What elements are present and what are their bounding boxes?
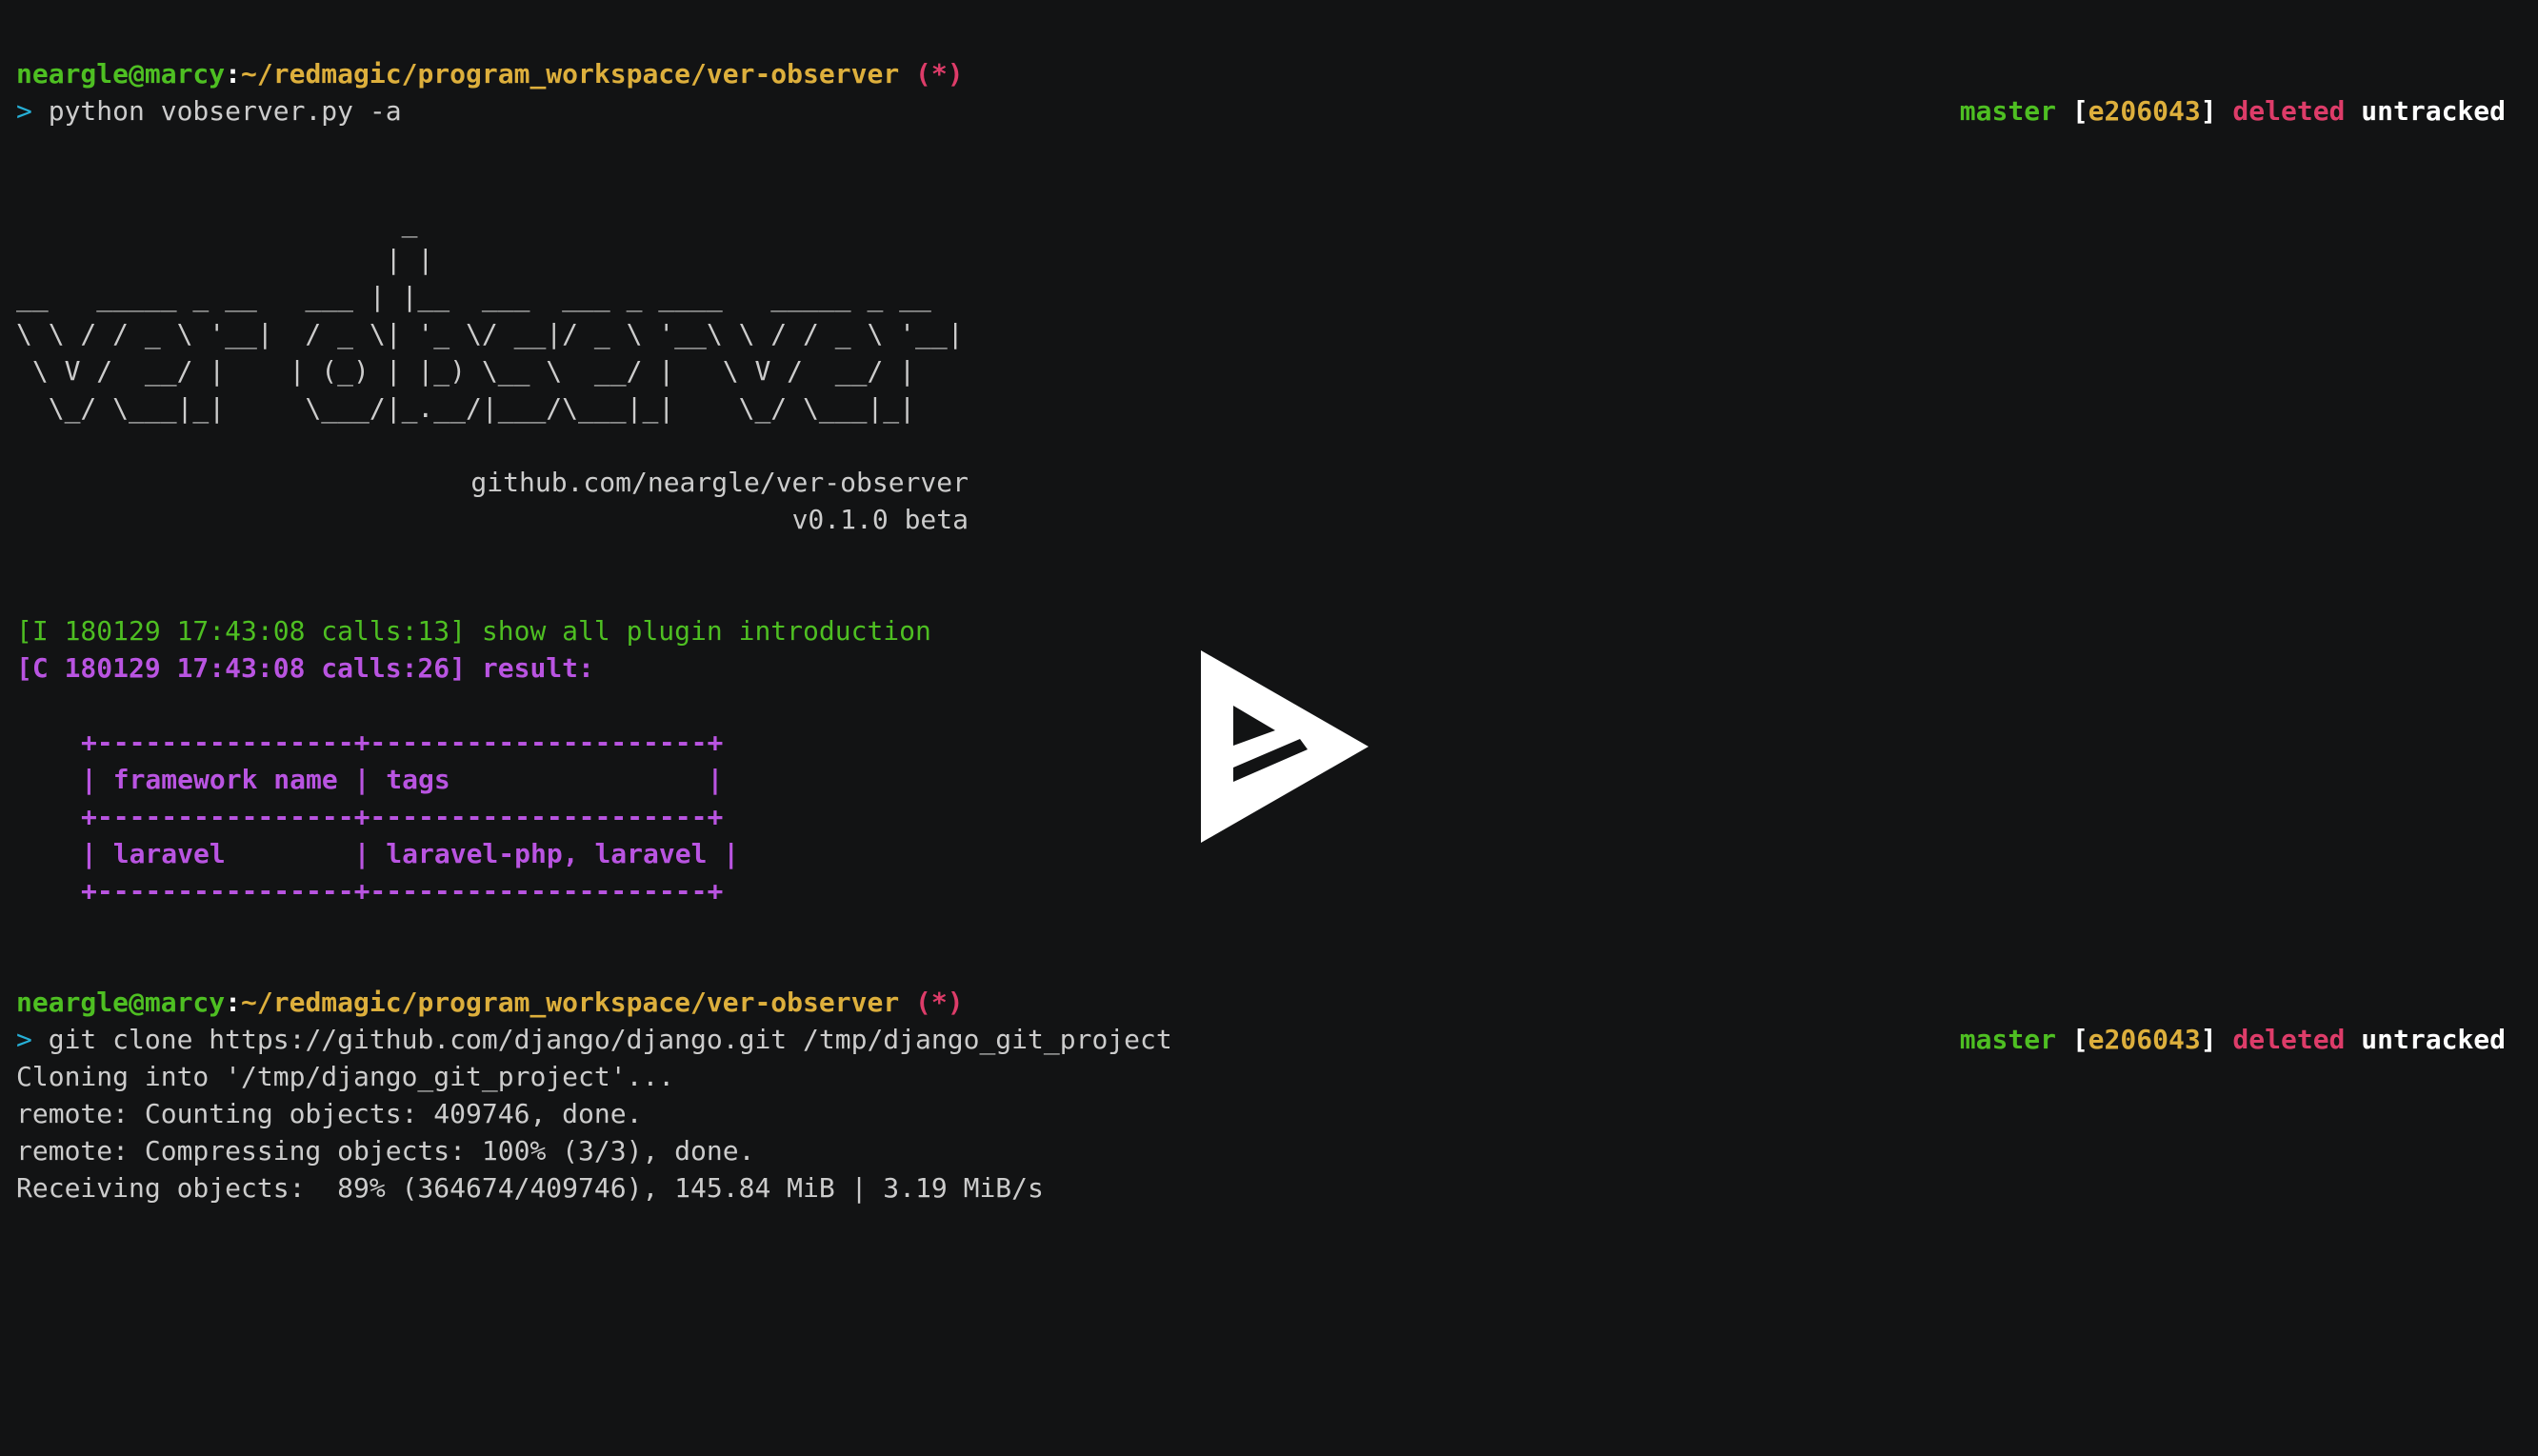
- git-bracket-close: ]: [2200, 95, 2217, 127]
- prompt-arrow: >: [16, 1024, 32, 1055]
- git-deleted: deleted: [2232, 1024, 2346, 1055]
- table-border-bottom: +----------------+---------------------+: [81, 875, 724, 907]
- git-hash: e206043: [2088, 1024, 2201, 1055]
- output-line: remote: Counting objects: 409746, done.: [16, 1098, 643, 1129]
- git-bracket-open: [: [2071, 95, 2088, 127]
- output-line: remote: Compressing objects: 100% (3/3),…: [16, 1135, 755, 1167]
- prompt-user-host: neargle@marcy: [16, 987, 226, 1018]
- git-status: master [e206043] deleted untracked: [1960, 1021, 2506, 1058]
- ascii-art-line: __ _____ _ __ ___ | |__ ___ ___ _ ____ _…: [16, 281, 931, 312]
- git-branch: master: [1959, 95, 2056, 127]
- git-bracket-close: ]: [2200, 1024, 2217, 1055]
- command-text: python vobserver.py -a: [48, 95, 402, 127]
- prompt-user-host: neargle@marcy: [16, 58, 226, 90]
- ascii-art-line: \_/ \___|_| \___/|_.__/|___/\___|_| \_/ …: [16, 392, 916, 424]
- prompt-dirty-flag: (*): [915, 987, 964, 1018]
- git-untracked: untracked: [2361, 95, 2506, 127]
- prompt-line: neargle@marcy:~/redmagic/program_workspa…: [16, 984, 2538, 1021]
- terminal-screen: neargle@marcy:~/redmagic/program_workspa…: [16, 55, 2538, 1207]
- output-line: Cloning into '/tmp/django_git_project'..…: [16, 1061, 675, 1092]
- git-untracked: untracked: [2361, 1024, 2506, 1055]
- command-line: > python vobserver.py -a master [e206043]…: [16, 92, 2538, 130]
- prompt-separator: :: [225, 58, 242, 90]
- ascii-art-line: \ V / __/ | | (_) | |_) \__ \ __/ | \ V …: [16, 355, 916, 387]
- prompt-path: ~/redmagic/program_workspace/ver-observe…: [241, 58, 900, 90]
- prompt-arrow: >: [16, 95, 32, 127]
- ascii-art-line: | |: [16, 244, 434, 275]
- play-button[interactable]: [1201, 650, 1369, 843]
- banner-url: github.com/neargle/ver-observer: [470, 467, 969, 498]
- git-status: master [e206043] deleted untracked: [1960, 92, 2506, 130]
- git-hash: e206043: [2088, 95, 2201, 127]
- command-text: git clone https://github.com/django/djan…: [48, 1024, 1172, 1055]
- banner-version: v0.1.0 beta: [791, 504, 969, 535]
- git-bracket-open: [: [2071, 1024, 2088, 1055]
- output-line: Receiving objects: 89% (364674/409746), …: [16, 1172, 1044, 1204]
- git-branch: master: [1959, 1024, 2056, 1055]
- ascii-art-line: _: [16, 207, 418, 238]
- prompt-path: ~/redmagic/program_workspace/ver-observe…: [241, 987, 900, 1018]
- git-deleted: deleted: [2232, 95, 2346, 127]
- prompt-separator: :: [225, 987, 242, 1018]
- ascii-art-line: \ \ / / _ \ '__| / _ \| '_ \/ __|/ _ \ '…: [16, 318, 964, 349]
- play-icon: [1201, 650, 1369, 843]
- log-info-line: [I 180129 17:43:08 calls:13] show all pl…: [16, 615, 931, 647]
- command-line: > git clone https://github.com/django/dj…: [16, 1021, 2538, 1058]
- prompt-dirty-flag: (*): [915, 58, 964, 90]
- prompt-line: neargle@marcy:~/redmagic/program_workspa…: [16, 55, 2538, 92]
